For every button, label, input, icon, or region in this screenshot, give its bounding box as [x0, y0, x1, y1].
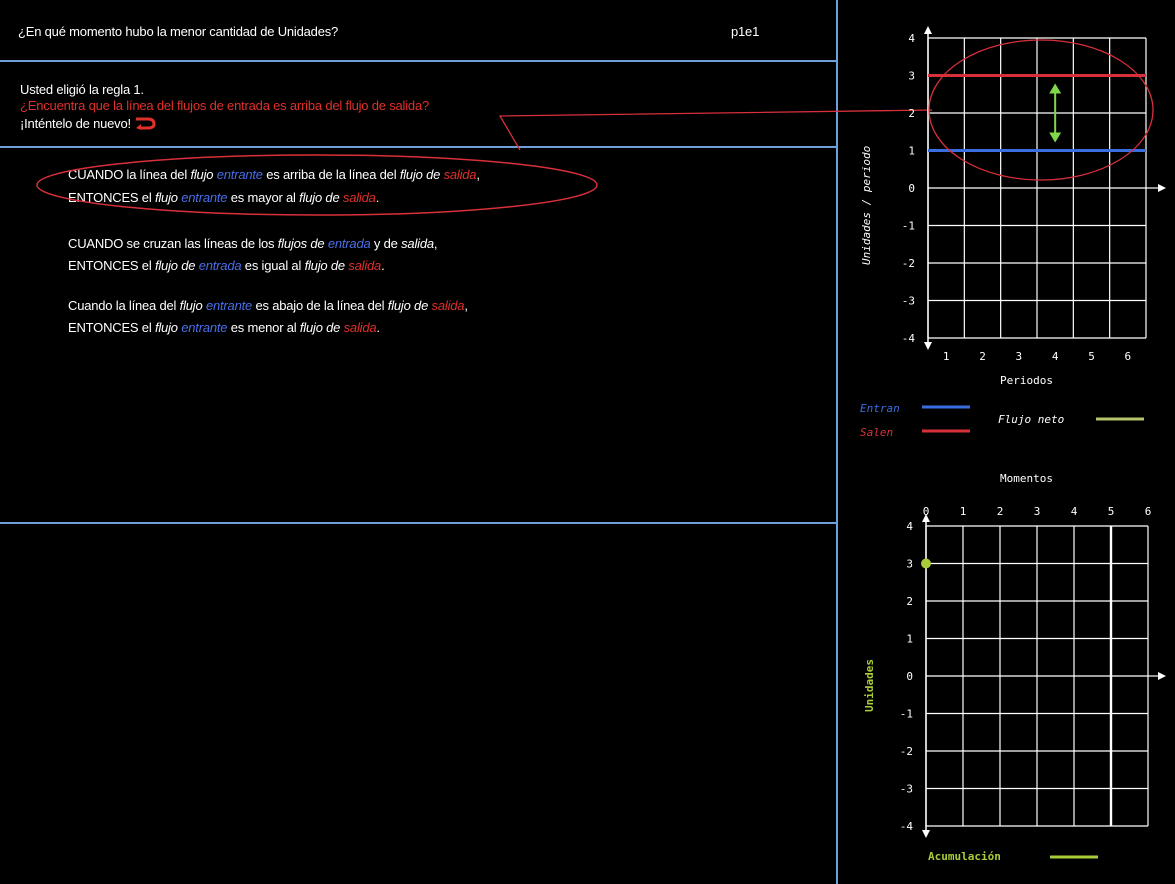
flow-x-tick-label: 5 [1088, 350, 1095, 363]
stock-y-tick-label: 3 [906, 558, 913, 571]
stock-ylabel: Unidades [863, 659, 876, 712]
stock-x-arrow [1158, 672, 1166, 680]
stock-x-tick-label: 2 [997, 505, 1004, 518]
flow-y-tick-label: -1 [902, 220, 915, 233]
flow-chart-marks [928, 39, 1154, 181]
flow-y-tick-label: 2 [908, 107, 915, 120]
stock-x-tick-label: 5 [1108, 505, 1115, 518]
stock-x-tick-label: 3 [1034, 505, 1041, 518]
flow-y-tick-label: 4 [908, 32, 915, 45]
flow-ylabel: Unidades / periodo [860, 146, 873, 265]
difference-arrow-up-icon [1049, 83, 1062, 94]
stock-chart-marks [921, 558, 931, 569]
flow-y-tick-label: -3 [902, 295, 915, 308]
chart-highlight-ellipse [928, 39, 1154, 181]
flow-y-tick-label: 3 [908, 70, 915, 83]
stock-y-tick-label: -2 [900, 745, 913, 758]
stock-y-tick-label: 2 [906, 595, 913, 608]
stock-title: Momentos [1000, 472, 1053, 485]
feedback-connector-line [498, 109, 933, 151]
difference-arrow-down-icon [1049, 132, 1062, 143]
flow-x-tick-label: 6 [1125, 350, 1132, 363]
legend-out-label: Salen [860, 426, 893, 439]
stock-legend-label: Acumulación [928, 850, 1001, 863]
flow-x-tick-label: 2 [979, 350, 986, 363]
flow-y-tick-label: 0 [908, 182, 915, 195]
flow-x-arrow [1158, 184, 1166, 192]
stock-point [921, 558, 931, 569]
stock-y-tick-label: 0 [906, 670, 913, 683]
stock-y-arrow-down [922, 830, 930, 838]
flow-y-tick-label: -4 [902, 332, 916, 345]
legend-in-label: Entran [860, 402, 900, 415]
flow-x-tick-label: 1 [943, 350, 950, 363]
legend-net-label: Flujo neto [998, 413, 1064, 426]
stock-x-tick-label: 0 [923, 505, 930, 518]
stock-y-tick-label: 1 [906, 633, 913, 646]
flow-y-tick-label: -2 [902, 257, 915, 270]
stock-y-tick-label: -3 [900, 783, 913, 796]
flow-x-tick-label: 4 [1052, 350, 1059, 363]
stock-y-tick-label: 4 [906, 520, 913, 533]
stock-chart-grid: 4 3 2 1 0 -1 -2 -3 -4 0 1 2 3 4 5 6 [900, 505, 1166, 838]
stock-x-tick-label: 1 [960, 505, 967, 518]
flow-x-tick-label: 3 [1016, 350, 1023, 363]
flow-y-arrow-down [924, 342, 932, 350]
stock-x-tick-label: 6 [1145, 505, 1152, 518]
graphs-panel: 4 3 2 1 0 -1 -2 -3 -4 1 2 3 4 5 6 4 3 2 1 0 -1 -2 -3 -4 0 1 2 3 4 5 6… [498, 26, 1166, 863]
flow-y-tick-label: 1 [908, 145, 915, 158]
flow-y-arrow-up [924, 26, 932, 34]
stock-y-tick-label: -4 [900, 820, 914, 833]
stock-x-tick-label: 4 [1071, 505, 1078, 518]
stock-y-tick-label: -1 [900, 708, 913, 721]
flow-xlabel: Periodos [1000, 374, 1053, 387]
